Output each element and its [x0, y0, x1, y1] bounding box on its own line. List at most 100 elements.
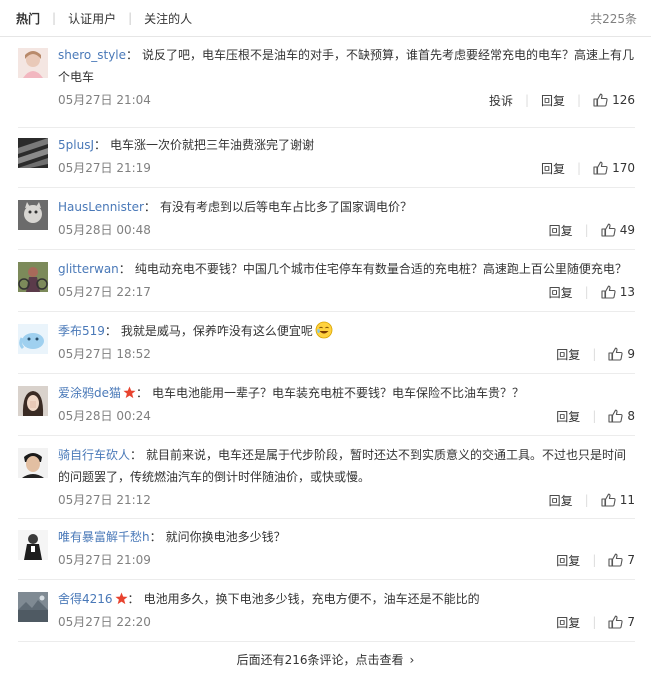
reply-button[interactable]: 回复 — [556, 346, 580, 363]
thumbs-up-icon — [593, 161, 608, 175]
comment-content: 爱涂鸦de猫：电车电池能用一辈子？电车装充电桩不要钱？电车保险不比油车贵？？ — [58, 386, 525, 400]
comment-text: 就问你换电池多少钱？ — [165, 530, 286, 544]
thumbs-up-icon — [608, 615, 623, 629]
comment-content: 舍得4216：电池用多久，换下电池多少钱，充电方便不，油车还是不能比的 — [58, 592, 480, 606]
comment-username[interactable]: 5plusJ — [58, 138, 94, 152]
thumbs-up-icon — [601, 493, 616, 507]
avatar[interactable] — [18, 592, 48, 622]
comment-divider — [18, 435, 635, 436]
comment-divider — [18, 641, 635, 642]
report-button[interactable]: 投诉 — [489, 92, 513, 109]
chevron-right-icon: › — [409, 653, 415, 667]
comment-total-count: 共225条 — [590, 11, 637, 26]
thumbs-up-icon — [608, 347, 623, 361]
reply-button[interactable]: 回复 — [549, 222, 573, 239]
thumbs-up-icon — [593, 93, 608, 107]
comment-username[interactable]: HausLennister — [58, 200, 144, 214]
avatar[interactable] — [18, 386, 48, 416]
thumbs-up-icon — [608, 409, 623, 423]
reply-button[interactable]: 回复 — [556, 614, 580, 631]
laughing-emoji-icon — [315, 321, 333, 339]
comment-divider — [18, 127, 635, 128]
like-button[interactable]: 13 — [601, 285, 635, 299]
avatar[interactable] — [18, 48, 48, 78]
comment-username[interactable]: 爱涂鸦de猫 — [58, 386, 121, 400]
thumbs-up-icon — [601, 223, 616, 237]
tab-hot[interactable]: 热门 — [14, 10, 42, 27]
comment-divider — [18, 311, 635, 312]
avatar[interactable] — [18, 530, 48, 560]
like-button[interactable]: 7 — [608, 615, 635, 629]
comment-divider — [18, 249, 635, 250]
comment-content: 季布519： 我就是威马，保养咋没有这么便宜呢 — [58, 320, 635, 342]
comment-content: HausLennister： 有没有考虑到以后等电车占比多了国家调电价？ — [58, 200, 412, 214]
comment-content: 骑自行车砍人： 就目前来说，电车还是属于代步阶段，暂时还达不到实质意义的交通工具。… — [58, 448, 627, 484]
comment-username[interactable]: glitterwan — [58, 262, 119, 276]
comment-divider — [18, 579, 635, 580]
comment-username[interactable]: shero_style — [58, 48, 126, 62]
avatar[interactable] — [18, 200, 48, 230]
comment-content: shero_style： 说反了吧，电车压根不是油车的对手，不缺预算，谁首先考虑要… — [58, 48, 635, 84]
star-badge-icon — [115, 592, 128, 605]
action-divider: | — [584, 285, 589, 299]
like-button[interactable]: 49 — [601, 223, 635, 237]
tab-separator: | — [52, 11, 57, 25]
comment-time: 05月27日 21:19 — [58, 161, 151, 175]
comment-time: 05月28日 00:24 — [58, 409, 151, 423]
action-divider: | — [584, 493, 589, 507]
star-badge-icon — [123, 386, 136, 399]
comment-text: 我就是威马，保养咋没有这么便宜呢 — [120, 324, 313, 338]
action-divider: | — [577, 93, 582, 107]
action-divider: | — [577, 161, 582, 175]
thumbs-up-icon — [601, 285, 616, 299]
action-divider: | — [592, 409, 597, 423]
like-button[interactable]: 7 — [608, 553, 635, 567]
reply-button[interactable]: 回复 — [556, 552, 580, 569]
reply-button[interactable]: 回复 — [549, 492, 573, 509]
like-button[interactable]: 9 — [608, 347, 635, 361]
comments-panel: 热门 | 认证用户 | 关注的人 共225条 shero_style： 说反了吧，… — [0, 0, 651, 684]
reply-button[interactable]: 回复 — [556, 408, 580, 425]
comment-username[interactable]: 舍得4216 — [58, 592, 113, 606]
comment-time: 05月27日 22:20 — [58, 615, 151, 629]
comment-content: glitterwan： 纯电动充电不要钱？中国几个城市住宅停车有数量合适的充电桩？… — [58, 262, 627, 276]
like-button[interactable]: 11 — [601, 493, 635, 507]
comment-divider — [18, 373, 635, 374]
action-divider: | — [584, 223, 589, 237]
like-button[interactable]: 8 — [608, 409, 635, 423]
comment-time: 05月27日 18:52 — [58, 347, 151, 361]
like-count: 11 — [619, 493, 635, 507]
comment-text: 电车电池能用一辈子？电车装充电桩不要钱？电车保险不比油车贵？？ — [152, 386, 525, 400]
comment-meta: 05月27日 21:04 投诉 | 回复 | 126 — [58, 90, 635, 110]
comment-username[interactable]: 季布519 — [58, 324, 105, 338]
reply-button[interactable]: 回复 — [541, 92, 565, 109]
reply-button[interactable]: 回复 — [541, 160, 565, 177]
like-count: 8 — [627, 409, 635, 423]
comment-meta: 05月27日 21:09 回复 | 7 — [58, 550, 635, 570]
avatar[interactable] — [18, 448, 48, 478]
avatar[interactable] — [18, 324, 48, 354]
comment-username[interactable]: 骑自行车砍人 — [58, 448, 130, 462]
thumbs-up-icon — [608, 553, 623, 567]
tab-following[interactable]: 关注的人 — [142, 10, 194, 27]
tab-verified-users[interactable]: 认证用户 — [66, 10, 118, 27]
comment-content: 唯有暴富解千愁h： 就问你换电池多少钱？ — [58, 530, 286, 544]
like-count: 7 — [627, 553, 635, 567]
reply-button[interactable]: 回复 — [549, 284, 573, 301]
like-button[interactable]: 170 — [593, 161, 635, 175]
comment-username[interactable]: 唯有暴富解千愁h — [58, 530, 150, 544]
comment-meta: 05月27日 21:12 回复 | 11 — [58, 490, 635, 510]
like-count: 170 — [612, 161, 635, 175]
comment-meta: 05月28日 00:24 回复 | 8 — [58, 406, 635, 426]
like-count: 13 — [619, 285, 635, 299]
avatar[interactable] — [18, 138, 48, 168]
comment-text: 有没有考虑到以后等电车占比多了国家调电价？ — [159, 200, 412, 214]
comment-meta: 05月28日 00:48 回复 | 49 — [58, 220, 635, 240]
comment-text: 说反了吧，电车压根不是油车的对手，不缺预算，谁首先考虑要经常充电的电车？高速上有… — [58, 48, 635, 84]
view-more-comments-link[interactable]: 后面还有216条评论，点击查看 › — [0, 651, 651, 668]
comment-time: 05月27日 21:04 — [58, 93, 151, 107]
comment-text: 电池用多久，换下电池多少钱，充电方便不，油车还是不能比的 — [143, 592, 480, 606]
avatar[interactable] — [18, 262, 48, 292]
like-button[interactable]: 126 — [593, 93, 635, 107]
comment-meta: 05月27日 21:19 回复 | 170 — [58, 158, 635, 178]
